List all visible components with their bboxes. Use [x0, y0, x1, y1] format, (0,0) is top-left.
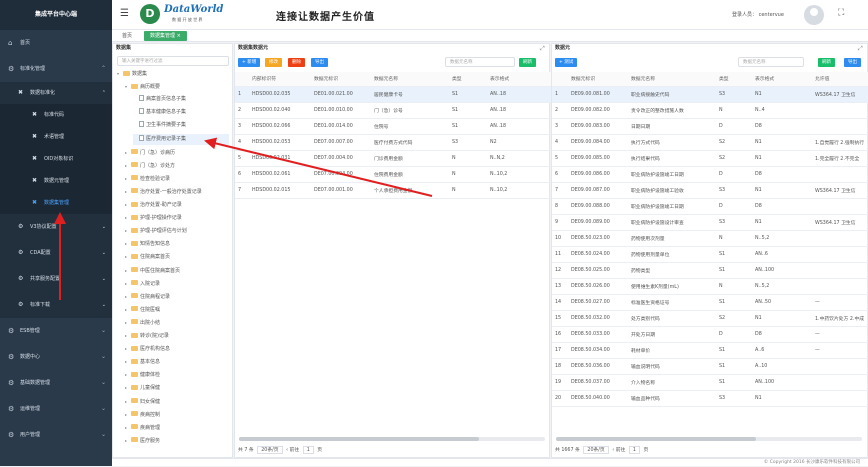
arrow-to-tree-item	[204, 137, 433, 197]
annotation-arrows	[54, 137, 433, 300]
